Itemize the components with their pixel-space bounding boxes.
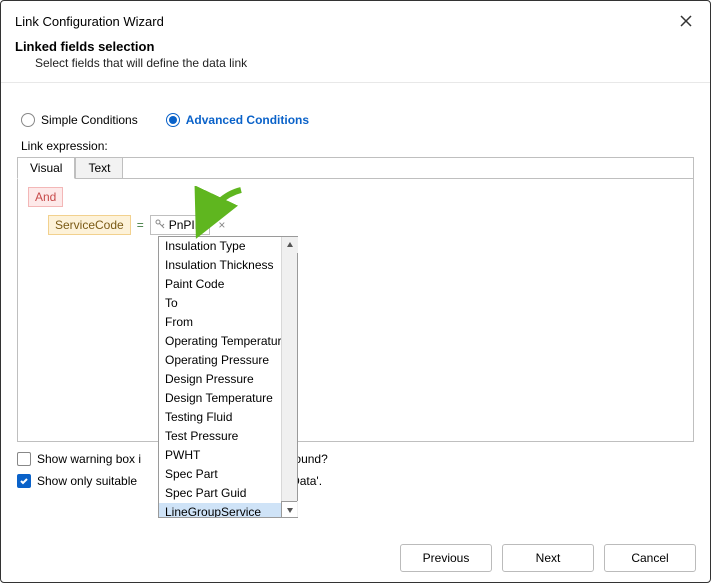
dropdown-item[interactable]: To <box>159 294 297 313</box>
checkbox-show-warning[interactable]: Show warning box i e found? <box>17 452 694 466</box>
page-subtitle: Select fields that will define the data … <box>15 56 696 70</box>
dropdown-item[interactable]: Spec Part Guid <box>159 484 297 503</box>
dropdown-item[interactable]: LineGroupService <box>159 503 297 517</box>
radio-dot-icon <box>21 113 35 127</box>
previous-button[interactable]: Previous <box>400 544 492 572</box>
page-title: Linked fields selection <box>15 39 696 54</box>
condition-value[interactable]: PnPID <box>150 215 211 235</box>
next-button[interactable]: Next <box>502 544 594 572</box>
dropdown-item[interactable]: Test Pressure <box>159 427 297 446</box>
radio-simple-label: Simple Conditions <box>41 113 138 127</box>
checkbox-show-suitable[interactable]: Show only suitable n Data'. <box>17 474 694 488</box>
dropdown-item[interactable]: Insulation Thickness <box>159 256 297 275</box>
chevron-down-icon[interactable] <box>281 501 297 517</box>
radio-advanced-label: Advanced Conditions <box>186 113 309 127</box>
dropdown-item[interactable]: Spec Part <box>159 465 297 484</box>
radio-simple-conditions[interactable]: Simple Conditions <box>21 113 138 127</box>
dropdown-item[interactable]: Operating Temperature <box>159 332 297 351</box>
operator-and[interactable]: And <box>28 187 63 207</box>
scrollbar[interactable] <box>281 237 297 517</box>
dropdown-item[interactable]: Design Pressure <box>159 370 297 389</box>
condition-operator[interactable]: = <box>137 218 144 232</box>
field-dropdown[interactable]: Insulation TypeInsulation ThicknessPaint… <box>158 236 298 518</box>
dropdown-item[interactable]: Paint Code <box>159 275 297 294</box>
dropdown-item[interactable]: Design Temperature <box>159 389 297 408</box>
condition-row: ServiceCode = PnPID × <box>48 215 683 235</box>
dropdown-item[interactable]: From <box>159 313 297 332</box>
condition-value-text: PnPID <box>169 218 204 232</box>
dropdown-item[interactable]: Insulation Type <box>159 237 297 256</box>
checkbox-icon <box>17 474 31 488</box>
link-expression-label: Link expression: <box>17 139 694 153</box>
key-icon <box>155 218 165 232</box>
show-suitable-label-left: Show only suitable <box>37 474 137 488</box>
condition-field[interactable]: ServiceCode <box>48 215 131 235</box>
radio-advanced-conditions[interactable]: Advanced Conditions <box>166 113 309 127</box>
dropdown-item[interactable]: Operating Pressure <box>159 351 297 370</box>
tab-visual[interactable]: Visual <box>17 157 75 179</box>
clear-condition-icon[interactable]: × <box>216 218 227 232</box>
show-warning-label-left: Show warning box i <box>37 452 141 466</box>
close-icon[interactable] <box>674 9 698 33</box>
window-title: Link Configuration Wizard <box>15 14 164 29</box>
expression-editor: Visual Text And ServiceCode = PnPID × In… <box>17 157 694 442</box>
tab-text[interactable]: Text <box>75 157 123 179</box>
checkbox-icon <box>17 452 31 466</box>
cancel-button[interactable]: Cancel <box>604 544 696 572</box>
dropdown-item[interactable]: Testing Fluid <box>159 408 297 427</box>
radio-dot-icon <box>166 113 180 127</box>
scroll-up-icon[interactable] <box>282 237 298 253</box>
dropdown-item[interactable]: PWHT <box>159 446 297 465</box>
